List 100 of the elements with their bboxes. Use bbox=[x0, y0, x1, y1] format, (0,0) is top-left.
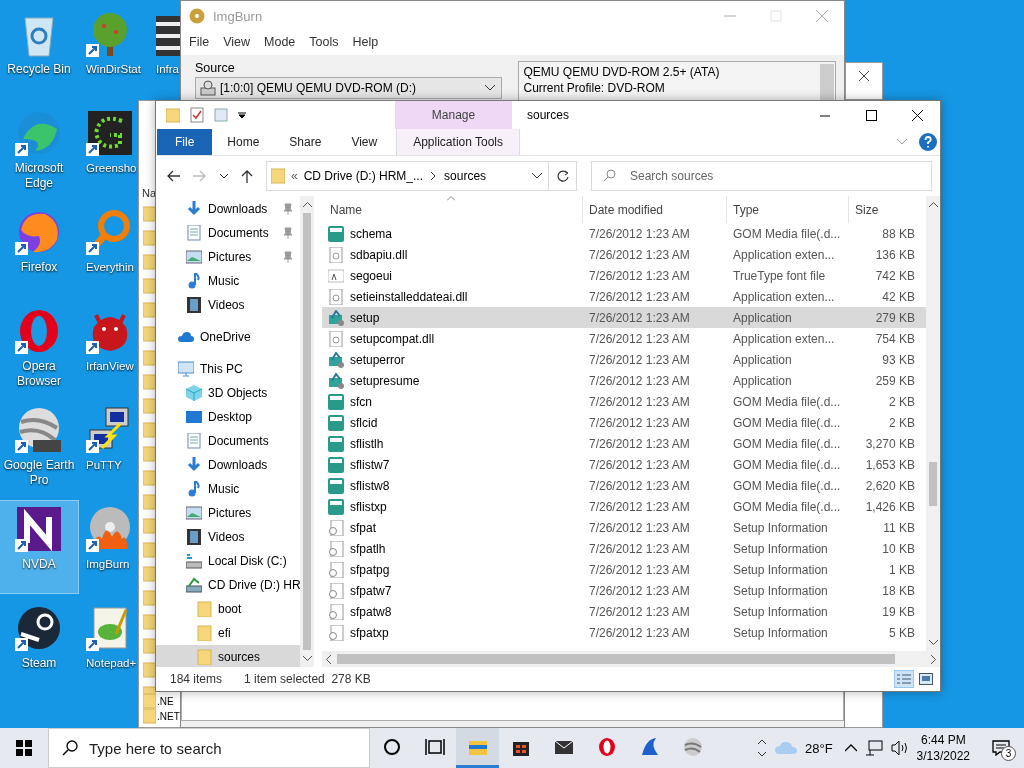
file-row[interactable]: sfpatw7 7/26/2012 1:23 AM Setup Information 18 KB bbox=[322, 580, 926, 601]
ribbon-tab[interactable]: File bbox=[157, 129, 213, 155]
file-row[interactable]: sflistw7 7/26/2012 1:23 AM GOM Media file(.d... 1,653 KB bbox=[322, 454, 926, 475]
file-name: sfpat bbox=[350, 520, 376, 535]
context-tab-header: Manage bbox=[395, 101, 512, 129]
column-header[interactable]: Type bbox=[727, 196, 849, 223]
search-field[interactable]: Search sources bbox=[591, 161, 932, 191]
scrollbar[interactable] bbox=[300, 196, 314, 667]
scrollbar[interactable] bbox=[926, 196, 940, 651]
breadcrumb[interactable]: sources bbox=[444, 169, 487, 183]
nav-item[interactable]: CD Drive (D:) HR bbox=[156, 573, 300, 597]
column-header[interactable]: Name bbox=[322, 196, 583, 223]
scrollbar-thumb[interactable] bbox=[929, 462, 937, 506]
file-row[interactable]: setupcompat.dll 7/26/2012 1:23 AM Application exten... 754 KB bbox=[322, 328, 926, 349]
file-row[interactable]: sfpat 7/26/2012 1:23 AM Setup Information 11 KB bbox=[322, 517, 926, 538]
back-arrow-icon[interactable] bbox=[166, 170, 180, 182]
nav-item[interactable]: Documents bbox=[156, 221, 300, 245]
nav-item[interactable]: Downloads bbox=[156, 197, 300, 221]
chevron-left-icon bbox=[326, 654, 331, 664]
menu-item[interactable]: File bbox=[189, 35, 210, 51]
nav-item[interactable]: This PC bbox=[156, 357, 300, 381]
ribbon-tab[interactable]: Application Tools bbox=[396, 129, 521, 155]
menu-item[interactable]: Mode bbox=[264, 35, 296, 51]
file-row[interactable]: sdbapiu.dll 7/26/2012 1:23 AM Application exten... 136 KB bbox=[322, 244, 926, 265]
nav-item[interactable]: 3D Objects bbox=[156, 381, 300, 405]
source-dropdown[interactable]: [1:0:0] QEMU QEMU DVD-ROM (D:) bbox=[195, 77, 503, 99]
file-name[interactable]: .NET bbox=[157, 710, 180, 722]
ribbon-tab[interactable]: Home bbox=[212, 129, 275, 155]
nav-item[interactable]: Desktop bbox=[156, 405, 300, 429]
scroll-arrows-icon[interactable] bbox=[757, 738, 767, 758]
nav-item[interactable]: efi bbox=[156, 621, 300, 645]
nav-item[interactable]: Music bbox=[156, 269, 300, 293]
scrollbar-thumb[interactable] bbox=[303, 213, 311, 650]
clock-button[interactable]: 6:44 PM 3/13/2022 bbox=[916, 732, 970, 764]
menu-item[interactable]: Tools bbox=[309, 35, 339, 51]
search-field[interactable]: Type here to search bbox=[48, 728, 370, 768]
column-header[interactable]: Na bbox=[142, 187, 157, 199]
notification-button[interactable]: 3 bbox=[986, 733, 1016, 763]
type-cell-text: Application exten... bbox=[732, 289, 836, 304]
nav-item[interactable]: OneDrive bbox=[156, 325, 300, 349]
file-row[interactable]: segoeui 7/26/2012 1:23 AM TrueType font file 742 KB bbox=[322, 265, 926, 286]
chevron-down-icon bbox=[485, 85, 496, 91]
file-row[interactable]: sflcid 7/26/2012 1:23 AM GOM Media file(.d... 2 KB bbox=[322, 412, 926, 433]
checklist-icon[interactable] bbox=[190, 107, 204, 123]
close-icon[interactable] bbox=[816, 10, 828, 22]
nav-item[interactable]: Videos bbox=[156, 293, 300, 317]
file-row[interactable]: sfcn 7/26/2012 1:23 AM GOM Media file(.d... 2 KB bbox=[322, 391, 926, 412]
overflow-chevron[interactable]: « bbox=[291, 169, 298, 183]
file-row[interactable]: sfpatpg 7/26/2012 1:23 AM Setup Information 1 KB bbox=[322, 559, 926, 580]
file-row[interactable]: sflistlh 7/26/2012 1:23 AM GOM Media file(.d... 3,270 KB bbox=[322, 433, 926, 454]
help-icon[interactable] bbox=[919, 133, 937, 151]
date-cell-text: 7/26/2012 1:23 AM bbox=[588, 625, 691, 640]
speaker-icon[interactable] bbox=[890, 740, 909, 756]
close-button[interactable] bbox=[845, 62, 883, 100]
file-name[interactable]: .NE bbox=[157, 695, 174, 707]
network-icon[interactable] bbox=[864, 740, 883, 756]
pin-icon[interactable] bbox=[282, 251, 294, 263]
weather-text[interactable]: 28°F bbox=[805, 740, 833, 756]
nav-item[interactable]: Pictures bbox=[156, 245, 300, 269]
chevron-down-icon[interactable] bbox=[532, 173, 542, 179]
nav-item[interactable]: Music bbox=[156, 477, 300, 501]
nav-item[interactable]: Pictures bbox=[156, 501, 300, 525]
dat-file-icon bbox=[328, 477, 344, 494]
file-row[interactable]: setuperror 7/26/2012 1:23 AM Application 93 KB bbox=[322, 349, 926, 370]
dropdown-icon[interactable] bbox=[238, 111, 246, 119]
pin-icon[interactable] bbox=[282, 203, 294, 215]
nav-item[interactable]: Downloads bbox=[156, 453, 300, 477]
nav-item[interactable]: boot bbox=[156, 597, 300, 621]
address-bar[interactable]: « CD Drive (D:) HRM_... sources bbox=[266, 161, 549, 191]
chevron-up-icon[interactable] bbox=[844, 744, 857, 752]
chevron-right-icon[interactable] bbox=[431, 172, 437, 180]
folder-icon bbox=[196, 601, 212, 617]
scrollbar-thumb[interactable] bbox=[337, 654, 895, 664]
nav-item[interactable]: Documents bbox=[156, 429, 300, 453]
tiles-view-button[interactable] bbox=[916, 670, 936, 688]
file-row[interactable]: sfpatlh 7/26/2012 1:23 AM Setup Information 10 KB bbox=[322, 538, 926, 559]
up-arrow-icon[interactable] bbox=[241, 169, 253, 183]
nav-item[interactable]: sources bbox=[156, 645, 300, 667]
column-header[interactable]: Date modified bbox=[583, 196, 727, 223]
ribbon-tab[interactable]: Share bbox=[274, 129, 337, 155]
column-header[interactable]: Size bbox=[849, 196, 917, 223]
breadcrumb[interactable]: CD Drive (D:) HRM_... bbox=[303, 169, 424, 183]
file-row[interactable]: setup 7/26/2012 1:23 AM Application 279 KB bbox=[322, 307, 926, 328]
chevron-down-icon[interactable] bbox=[220, 173, 228, 179]
refresh-button[interactable] bbox=[549, 161, 577, 191]
file-row[interactable]: setieinstalleddateai.dll 7/26/2012 1:23 AM Application exten... 42 KB bbox=[322, 286, 926, 307]
menu-item[interactable]: View bbox=[223, 35, 251, 51]
file-row[interactable]: sfpatxp 7/26/2012 1:23 AM Setup Information 5 KB bbox=[322, 622, 926, 643]
file-row[interactable]: setupresume 7/26/2012 1:23 AM Application 259 KB bbox=[322, 370, 926, 391]
file-row[interactable]: sflistxp 7/26/2012 1:23 AM GOM Media file(.d... 1,426 KB bbox=[322, 496, 926, 517]
file-row[interactable]: sflistw8 7/26/2012 1:23 AM GOM Media file(.d... 2,620 KB bbox=[322, 475, 926, 496]
gear-document-icon bbox=[328, 288, 344, 305]
nav-item[interactable]: Local Disk (C:) bbox=[156, 549, 300, 573]
nav-item[interactable]: Videos bbox=[156, 525, 300, 549]
scrollbar[interactable] bbox=[322, 651, 940, 667]
ribbon-tab[interactable]: View bbox=[336, 129, 393, 155]
file-row[interactable]: schema 7/26/2012 1:23 AM GOM Media file(.d... 88 KB bbox=[322, 223, 926, 244]
file-row[interactable]: sfpatw8 7/26/2012 1:23 AM Setup Information 19 KB bbox=[322, 601, 926, 622]
menu-item[interactable]: Help bbox=[352, 35, 379, 51]
pin-icon[interactable] bbox=[282, 227, 294, 239]
